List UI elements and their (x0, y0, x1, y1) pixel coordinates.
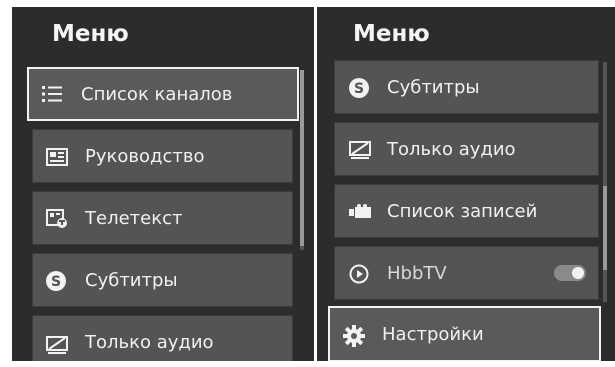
scrollbar[interactable] (300, 70, 304, 250)
svg-text:S: S (354, 81, 364, 97)
menu-item-label: Только аудио (387, 138, 516, 160)
subtitles-icon: S (349, 78, 369, 98)
menu-item-settings[interactable]: Настройки (328, 306, 601, 361)
scrollbar[interactable] (603, 62, 607, 302)
menu-item-hbbtv[interactable]: HbbTV (334, 246, 599, 300)
menu-item-label: Список каналов (81, 83, 233, 105)
audio-only-icon (46, 336, 68, 354)
menu-item-recordings-list[interactable]: Список записей (334, 184, 599, 238)
menu-item-label: Телетекст (85, 207, 183, 229)
menu-item-label: Только аудио (85, 331, 214, 353)
menu-item-subtitles[interactable]: S Субтитры (334, 60, 599, 114)
menu-item-teletext[interactable]: Телетекст (32, 191, 293, 245)
hbbtv-toggle[interactable] (554, 265, 586, 281)
menu-title: Меню (52, 21, 129, 47)
scrollbar-thumb[interactable] (300, 70, 304, 246)
audio-only-icon (349, 141, 371, 159)
scrollbar-thumb[interactable] (603, 186, 607, 270)
guide-icon (46, 148, 68, 166)
list-icon (42, 86, 62, 102)
menu-item-audio-only[interactable]: Только аудио (334, 122, 599, 176)
menu-item-label: Настройки (382, 323, 484, 345)
menu-item-label: Субтитры (85, 269, 178, 291)
hbbtv-icon (349, 264, 369, 284)
menu-item-audio-only[interactable]: Только аудио (32, 315, 293, 361)
teletext-icon (46, 209, 67, 228)
toggle-knob (572, 267, 584, 279)
subtitles-icon: S (46, 271, 66, 291)
svg-text:S: S (51, 274, 61, 290)
menu-panel-right: Меню S Субтитры Только аудио Список запи… (317, 7, 615, 361)
menu-item-label: Список записей (387, 200, 538, 222)
menu-item-label: Руководство (85, 145, 205, 167)
menu-item-guide[interactable]: Руководство (32, 129, 293, 183)
menu-panel-left: Меню Список каналов Руководство Телетекс… (12, 7, 314, 361)
settings-gear-icon (343, 325, 365, 347)
menu-item-channel-list[interactable]: Список каналов (27, 67, 299, 121)
menu-item-label: HbbTV (387, 262, 447, 284)
recordings-icon (349, 204, 371, 218)
menu-item-label: Субтитры (387, 76, 480, 98)
menu-item-subtitles[interactable]: S Субтитры (32, 253, 293, 307)
menu-title: Меню (353, 21, 430, 47)
